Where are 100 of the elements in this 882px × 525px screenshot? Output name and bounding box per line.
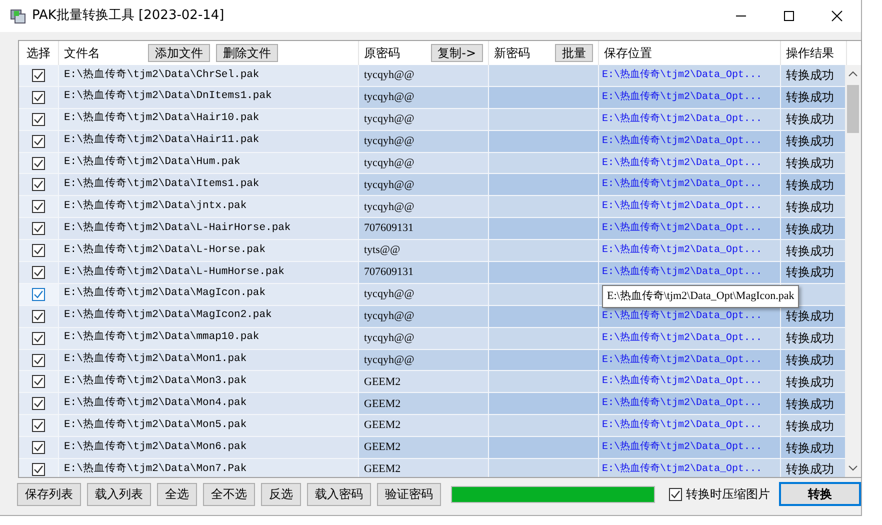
- checkbox[interactable]: [32, 178, 45, 192]
- file-path-cell: E:\热血传奇\tjm2\Data\DnItems1.pak: [59, 86, 359, 109]
- file-path-cell: E:\热血传奇\tjm2\Data\Mon4.pak: [59, 393, 359, 416]
- footer-button[interactable]: 保存列表: [17, 482, 81, 506]
- result-cell: 转换成功: [781, 108, 847, 131]
- password-cell: GEEM2: [359, 415, 489, 438]
- checkbox[interactable]: [32, 419, 45, 432]
- column-header: 文件名: [64, 45, 100, 62]
- password-cell: tycqyh@@: [359, 196, 489, 218]
- save-location-cell: E:\热血传奇\tjm2\Data_Opt...: [599, 415, 781, 438]
- result-cell: 转换成功: [781, 459, 847, 477]
- save-location-cell: E:\热血传奇\tjm2\Data_Opt...: [599, 196, 781, 218]
- save-location-cell: E:\热血传奇\tjm2\Data_Opt...: [599, 152, 781, 174]
- checkbox[interactable]: [32, 397, 45, 410]
- file-path-cell: E:\热血传奇\tjm2\Data\Hair11.pak: [59, 130, 359, 153]
- password-cell: tycqyh@@: [359, 108, 489, 131]
- checkbox[interactable]: [32, 375, 45, 388]
- checkbox[interactable]: [32, 222, 45, 236]
- convert-button[interactable]: 转换: [779, 482, 861, 506]
- column-header: 新密码: [494, 45, 530, 62]
- checkbox[interactable]: [32, 90, 45, 104]
- result-cell: 转换成功: [781, 152, 847, 174]
- file-path-cell: E:\热血传奇\tjm2\Data\L-HairHorse.pak: [59, 218, 359, 240]
- file-path-cell: E:\热血传奇\tjm2\Data\Mon6.pak: [59, 437, 359, 460]
- save-location-cell: E:\热血传奇\tjm2\Data_Opt...: [599, 459, 781, 477]
- password-cell: GEEM2: [359, 393, 489, 416]
- checkbox[interactable]: [669, 488, 682, 500]
- result-cell: 转换成功: [781, 174, 847, 196]
- checkbox[interactable]: [32, 68, 45, 82]
- header-button[interactable]: 删除文件: [216, 44, 278, 62]
- file-path-cell: E:\热血传奇\tjm2\Data\Hum.pak: [59, 152, 359, 174]
- save-location-cell: E:\热血传奇\tjm2\Data_Opt...: [599, 328, 781, 350]
- header-button[interactable]: 复制->: [430, 44, 483, 62]
- checkbox[interactable]: [32, 156, 45, 170]
- tooltip: E:\热血传奇\tjm2\Data_Opt\MagIcon.pak: [602, 285, 800, 308]
- save-location-cell: E:\热血传奇\tjm2\Data_Opt...: [599, 108, 781, 131]
- file-path-cell: E:\热血传奇\tjm2\Data\mmap10.pak: [59, 328, 359, 350]
- checkbox[interactable]: [32, 354, 45, 367]
- checkbox[interactable]: [32, 244, 45, 258]
- footer-button[interactable]: 载入列表: [87, 482, 151, 506]
- app-icon: [10, 8, 26, 24]
- checkbox[interactable]: [32, 266, 45, 279]
- save-location-cell: E:\热血传奇\tjm2\Data_Opt...: [599, 174, 781, 196]
- password-cell: tyts@@: [359, 240, 489, 262]
- file-path-cell: E:\热血传奇\tjm2\Data\Hair10.pak: [59, 108, 359, 131]
- result-cell: 转换成功: [781, 437, 847, 460]
- checkbox[interactable]: [32, 200, 45, 214]
- result-cell: 转换成功: [781, 218, 847, 240]
- result-cell: 转换成功: [781, 240, 847, 262]
- save-location-cell: E:\热血传奇\tjm2\Data_Opt...: [599, 371, 781, 394]
- footer-button[interactable]: 全选: [157, 482, 197, 506]
- password-cell: GEEM2: [359, 459, 489, 477]
- scrollbar[interactable]: [845, 65, 861, 477]
- password-cell: tycqyh@@: [359, 86, 489, 109]
- result-cell: 转换成功: [781, 196, 847, 218]
- save-location-cell: E:\热血传奇\tjm2\Data_Opt...: [599, 86, 781, 109]
- password-cell: tycqyh@@: [359, 306, 489, 328]
- password-cell: tycqyh@@: [359, 284, 489, 306]
- file-path-cell: E:\热血传奇\tjm2\Data\L-HumHorse.pak: [59, 262, 359, 284]
- scroll-thumb[interactable]: [847, 85, 859, 133]
- header-button[interactable]: 批量: [555, 44, 593, 62]
- column-header: 选择: [26, 45, 50, 62]
- file-path-cell: E:\热血传奇\tjm2\Data\Mon7.Pak: [59, 459, 359, 477]
- header-button[interactable]: 添加文件: [148, 44, 210, 62]
- save-location-cell: E:\热血传奇\tjm2\Data_Opt...: [599, 130, 781, 153]
- checkbox[interactable]: [32, 462, 45, 476]
- checkbox[interactable]: [32, 288, 45, 301]
- checkbox-label[interactable]: 转换时压缩图片: [686, 485, 770, 503]
- password-cell: tycqyh@@: [359, 174, 489, 196]
- file-path-cell: E:\热血传奇\tjm2\Data\Items1.pak: [59, 174, 359, 196]
- checkbox[interactable]: [32, 310, 45, 323]
- checkbox[interactable]: [32, 134, 45, 148]
- save-location-cell: E:\热血传奇\tjm2\Data_Opt...: [599, 218, 781, 240]
- file-path-cell: E:\热血传奇\tjm2\Data\MagIcon2.pak: [59, 306, 359, 328]
- result-cell: 转换成功: [781, 393, 847, 416]
- file-path-cell: E:\热血传奇\tjm2\Data\L-Horse.pak: [59, 240, 359, 262]
- footer-button[interactable]: 验证密码: [377, 482, 441, 506]
- file-path-cell: E:\热血传奇\tjm2\Data\ChrSel.pak: [59, 65, 359, 87]
- save-location-cell: E:\热血传奇\tjm2\Data_Opt...: [599, 437, 781, 460]
- password-cell: 707609131: [359, 262, 489, 284]
- scroll-up-icon[interactable]: [848, 71, 858, 77]
- save-location-cell: E:\热血传奇\tjm2\Data_Opt...: [599, 393, 781, 416]
- save-location-cell: E:\热血传奇\tjm2\Data_Opt...: [599, 262, 781, 284]
- checkbox[interactable]: [32, 441, 45, 454]
- footer-button[interactable]: 反选: [261, 482, 301, 506]
- result-cell: 转换成功: [781, 262, 847, 284]
- password-cell: tycqyh@@: [359, 152, 489, 174]
- result-cell: 转换成功: [781, 415, 847, 438]
- checkbox[interactable]: [32, 332, 45, 345]
- password-cell: GEEM2: [359, 437, 489, 460]
- window-title: PAK批量转换工具 [2023-02-14]: [32, 7, 226, 26]
- file-path-cell: E:\热血传奇\tjm2\Data\Mon5.pak: [59, 415, 359, 438]
- file-path-cell: E:\热血传奇\tjm2\Data\Mon1.pak: [59, 350, 359, 372]
- footer-button[interactable]: 载入密码: [307, 482, 371, 506]
- footer-button[interactable]: 全不选: [203, 482, 255, 506]
- scroll-down-icon[interactable]: [848, 465, 858, 471]
- password-cell: tycqyh@@: [359, 65, 489, 87]
- result-cell: 转换成功: [781, 328, 847, 350]
- checkbox[interactable]: [32, 112, 45, 126]
- password-cell: tycqyh@@: [359, 328, 489, 350]
